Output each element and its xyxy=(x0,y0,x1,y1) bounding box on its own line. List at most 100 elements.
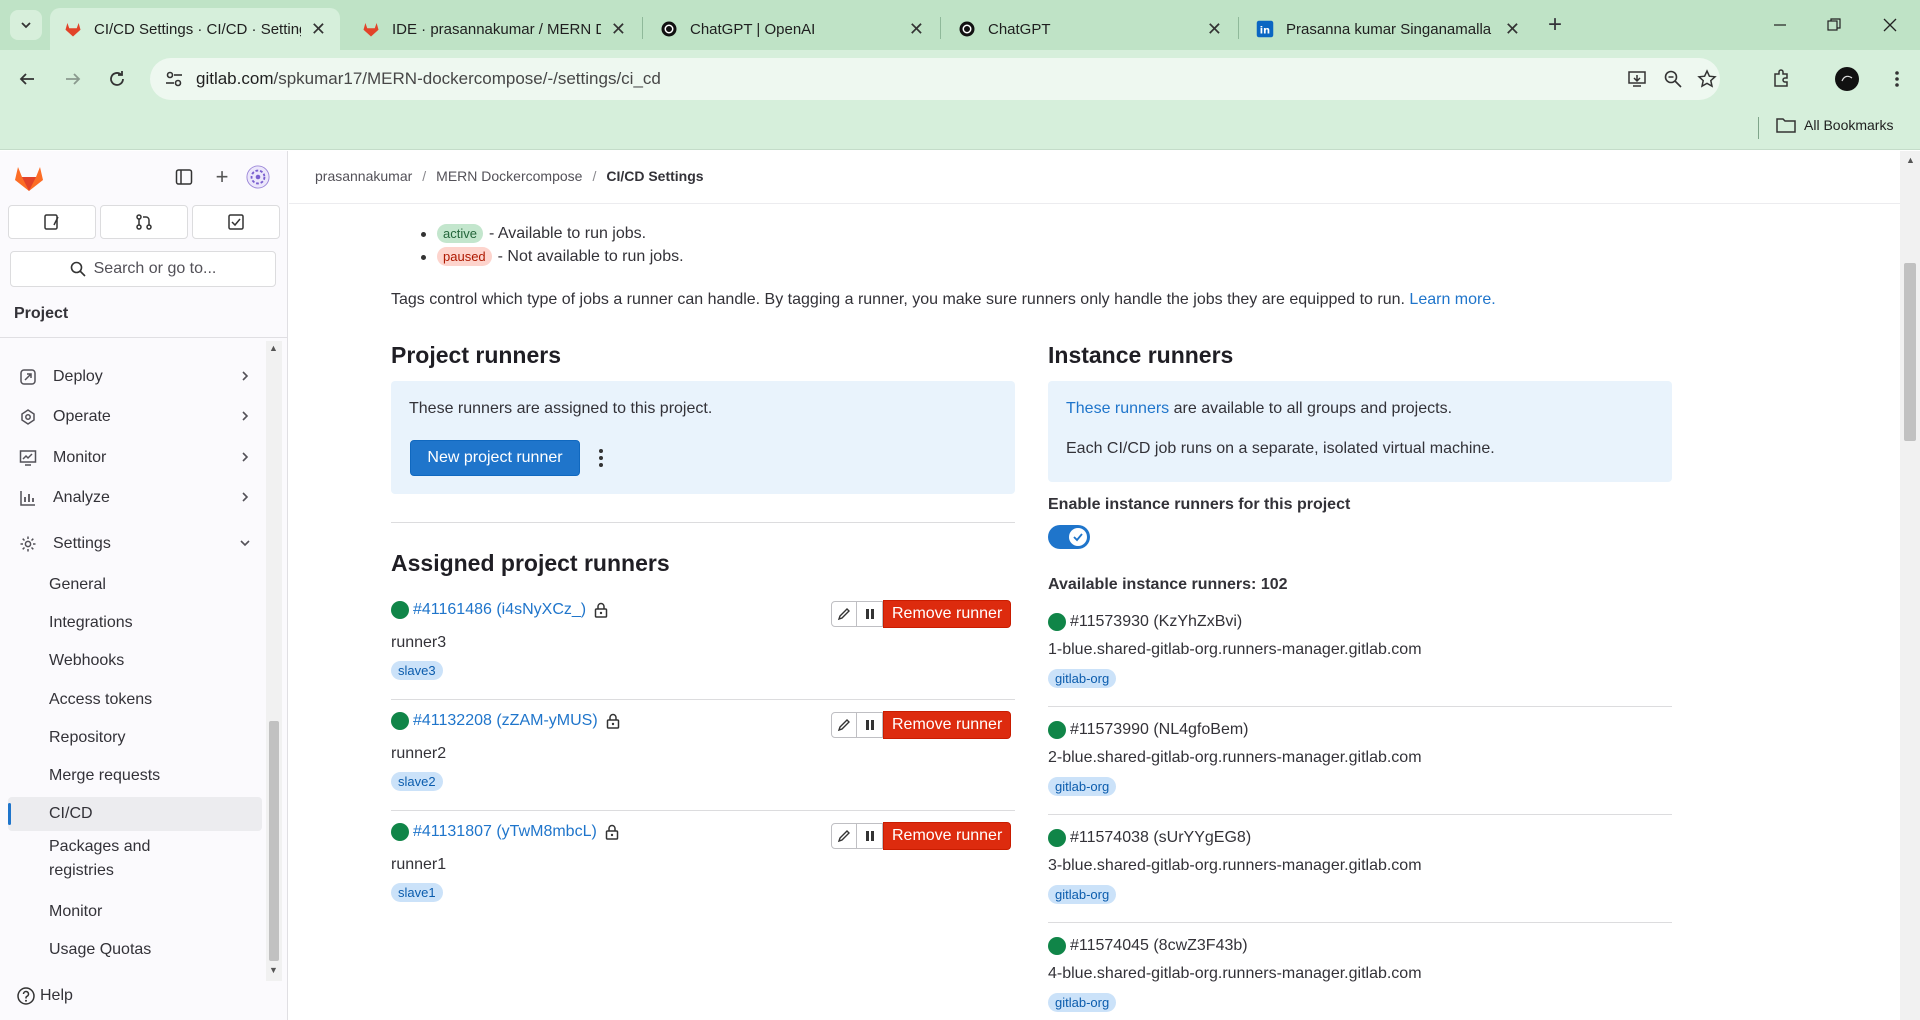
tab-title: Prasanna kumar Singanamalla | xyxy=(1286,20,1495,38)
linkedin-icon: in xyxy=(1256,20,1274,38)
runner-id-text[interactable]: #41131807 (yTwM8mbcL) xyxy=(413,823,597,841)
bookmark-star-icon[interactable] xyxy=(1696,68,1718,90)
sidebar-item-packages-registries[interactable]: Packages and registries xyxy=(8,834,262,884)
runner-tag: slave3 xyxy=(391,661,443,680)
sidebar-item-general[interactable]: General xyxy=(8,568,262,602)
site-info-icon[interactable] xyxy=(164,69,184,89)
address-bar[interactable]: gitlab.com/spkumar17/MERN-dockercompose/… xyxy=(150,58,1720,100)
runner-id-text[interactable]: #41132208 (zZAM-yMUS) xyxy=(413,712,598,730)
gitlab-logo[interactable] xyxy=(14,164,44,197)
new-project-runner-button[interactable]: New project runner xyxy=(410,440,580,476)
chevron-right-icon xyxy=(238,450,252,469)
sidebar-scrollbar[interactable]: ▲ ▼ xyxy=(266,341,282,981)
sidebar-item-monitor-settings[interactable]: Monitor xyxy=(8,895,262,929)
sidebar-item-webhooks[interactable]: Webhooks xyxy=(8,644,262,678)
remove-runner-button[interactable]: Remove runner xyxy=(883,711,1012,739)
restore-button[interactable] xyxy=(1814,10,1854,40)
breadcrumb-item[interactable]: MERN Dockercompose xyxy=(436,168,582,184)
search-button[interactable]: Search or go to... xyxy=(10,251,276,287)
edit-runner-button[interactable] xyxy=(831,601,857,627)
sidebar-item-merge-requests[interactable]: Merge requests xyxy=(8,759,262,793)
url-host: gitlab.com xyxy=(196,69,274,88)
create-new-button[interactable]: + xyxy=(210,164,234,189)
restore-icon xyxy=(1827,18,1841,31)
tab-chatgpt[interactable]: ChatGPT ✕ xyxy=(944,8,1236,50)
forward-button[interactable] xyxy=(56,62,90,96)
extensions-button[interactable] xyxy=(1764,62,1798,96)
learn-more-link[interactable]: Learn more. xyxy=(1409,291,1495,308)
url-text: gitlab.com/spkumar17/MERN-dockercompose/… xyxy=(196,69,661,89)
issues-button[interactable] xyxy=(8,205,96,239)
scroll-down-icon[interactable]: ▼ xyxy=(269,965,278,975)
close-tab-icon[interactable]: ✕ xyxy=(909,19,924,40)
instance-runners-toggle[interactable] xyxy=(1048,525,1090,549)
folder-icon xyxy=(1776,118,1796,133)
back-button[interactable] xyxy=(10,62,44,96)
remove-runner-button[interactable]: Remove runner xyxy=(883,822,1012,850)
pause-runner-button[interactable] xyxy=(857,712,883,738)
tab-search-button[interactable] xyxy=(10,10,42,40)
edit-runner-button[interactable] xyxy=(831,823,857,849)
tab-ide[interactable]: IDE · prasannakumar / MERN D ✕ xyxy=(348,8,640,50)
reload-button[interactable] xyxy=(100,62,134,96)
scroll-up-icon[interactable]: ▲ xyxy=(269,343,278,353)
page-scroll-thumb[interactable] xyxy=(1904,263,1916,441)
new-tab-button[interactable]: + xyxy=(1535,10,1575,40)
svg-text:in: in xyxy=(1260,26,1270,37)
sidebar-item-access-tokens[interactable]: Access tokens xyxy=(8,683,262,717)
browser-menu-button[interactable] xyxy=(1880,62,1914,96)
sidebar-item-integrations[interactable]: Integrations xyxy=(8,606,262,640)
breadcrumb-current[interactable]: CI/CD Settings xyxy=(606,168,703,184)
legend-text: - Available to run jobs. xyxy=(488,224,647,242)
runner-divider xyxy=(1048,922,1672,923)
breadcrumb-item[interactable]: prasannakumar xyxy=(315,168,412,184)
close-window-button[interactable] xyxy=(1870,10,1910,40)
close-tab-icon[interactable]: ✕ xyxy=(611,19,626,40)
scroll-up-icon[interactable]: ▲ xyxy=(1906,155,1915,165)
runner-id-text[interactable]: #41161486 (i4sNyXCz_) xyxy=(413,601,586,619)
more-actions-icon[interactable] xyxy=(593,445,609,471)
all-bookmarks-button[interactable]: All Bookmarks xyxy=(1776,117,1893,133)
help-button[interactable]: Help xyxy=(16,986,73,1006)
zoom-icon[interactable] xyxy=(1662,68,1684,90)
runner-id-link[interactable]: #41132208 (zZAM-yMUS) xyxy=(391,712,620,730)
install-app-icon[interactable] xyxy=(1626,68,1648,90)
close-tab-icon[interactable]: ✕ xyxy=(1207,19,1222,40)
user-avatar[interactable] xyxy=(246,165,270,189)
pause-runner-button[interactable] xyxy=(857,601,883,627)
toggle-sidebar-button[interactable] xyxy=(172,165,196,189)
runner-id-link[interactable]: #41161486 (i4sNyXCz_) xyxy=(391,601,608,619)
status-badge-paused: paused xyxy=(437,247,492,266)
sidebar-item-analyze[interactable]: Analyze xyxy=(8,481,262,515)
remove-runner-button[interactable]: Remove runner xyxy=(883,600,1012,628)
runner-id-link[interactable]: #41131807 (yTwM8mbcL) xyxy=(391,823,619,841)
these-runners-link[interactable]: These runners xyxy=(1066,400,1169,417)
close-tab-icon[interactable]: ✕ xyxy=(1505,19,1520,40)
todo-button[interactable] xyxy=(192,205,280,239)
close-tab-icon[interactable]: ✕ xyxy=(311,19,326,40)
edit-runner-button[interactable] xyxy=(831,712,857,738)
sidebar-item-deploy[interactable]: Deploy xyxy=(8,360,262,394)
profile-avatar[interactable] xyxy=(1830,62,1864,96)
tab-cicd-settings[interactable]: CI/CD Settings · CI/CD · Settings ✕ xyxy=(50,8,340,50)
sidebar-item-settings[interactable]: Settings xyxy=(8,527,262,561)
sidebar-scroll-thumb[interactable] xyxy=(269,721,279,961)
merge-requests-button[interactable] xyxy=(100,205,188,239)
tab-title: ChatGPT | OpenAI xyxy=(690,20,816,38)
sidebar-item-usage-quotas[interactable]: Usage Quotas xyxy=(8,933,262,967)
sidebar-item-cicd[interactable]: CI/CD xyxy=(8,797,262,831)
gitlab-icon xyxy=(64,20,82,38)
sidebar-item-monitor[interactable]: Monitor xyxy=(8,441,262,475)
status-online-icon xyxy=(1048,829,1066,847)
sidebar-item-repository[interactable]: Repository xyxy=(8,721,262,755)
tab-linkedin[interactable]: in Prasanna kumar Singanamalla | ✕ xyxy=(1242,8,1534,50)
pause-runner-button[interactable] xyxy=(857,823,883,849)
tab-chatgpt-openai[interactable]: ChatGPT | OpenAI ✕ xyxy=(646,8,938,50)
assigned-runners-title: Assigned project runners xyxy=(391,550,670,576)
minimize-button[interactable] xyxy=(1760,10,1800,40)
sidebar-item-operate[interactable]: Operate xyxy=(8,400,262,434)
sidebar-item-label: Analyze xyxy=(53,489,110,506)
page-scrollbar[interactable]: ▲ xyxy=(1900,151,1920,1020)
instance-runners-info-box: These runners are available to all group… xyxy=(1048,381,1672,482)
legend-active: active - Available to run jobs. xyxy=(420,224,647,243)
